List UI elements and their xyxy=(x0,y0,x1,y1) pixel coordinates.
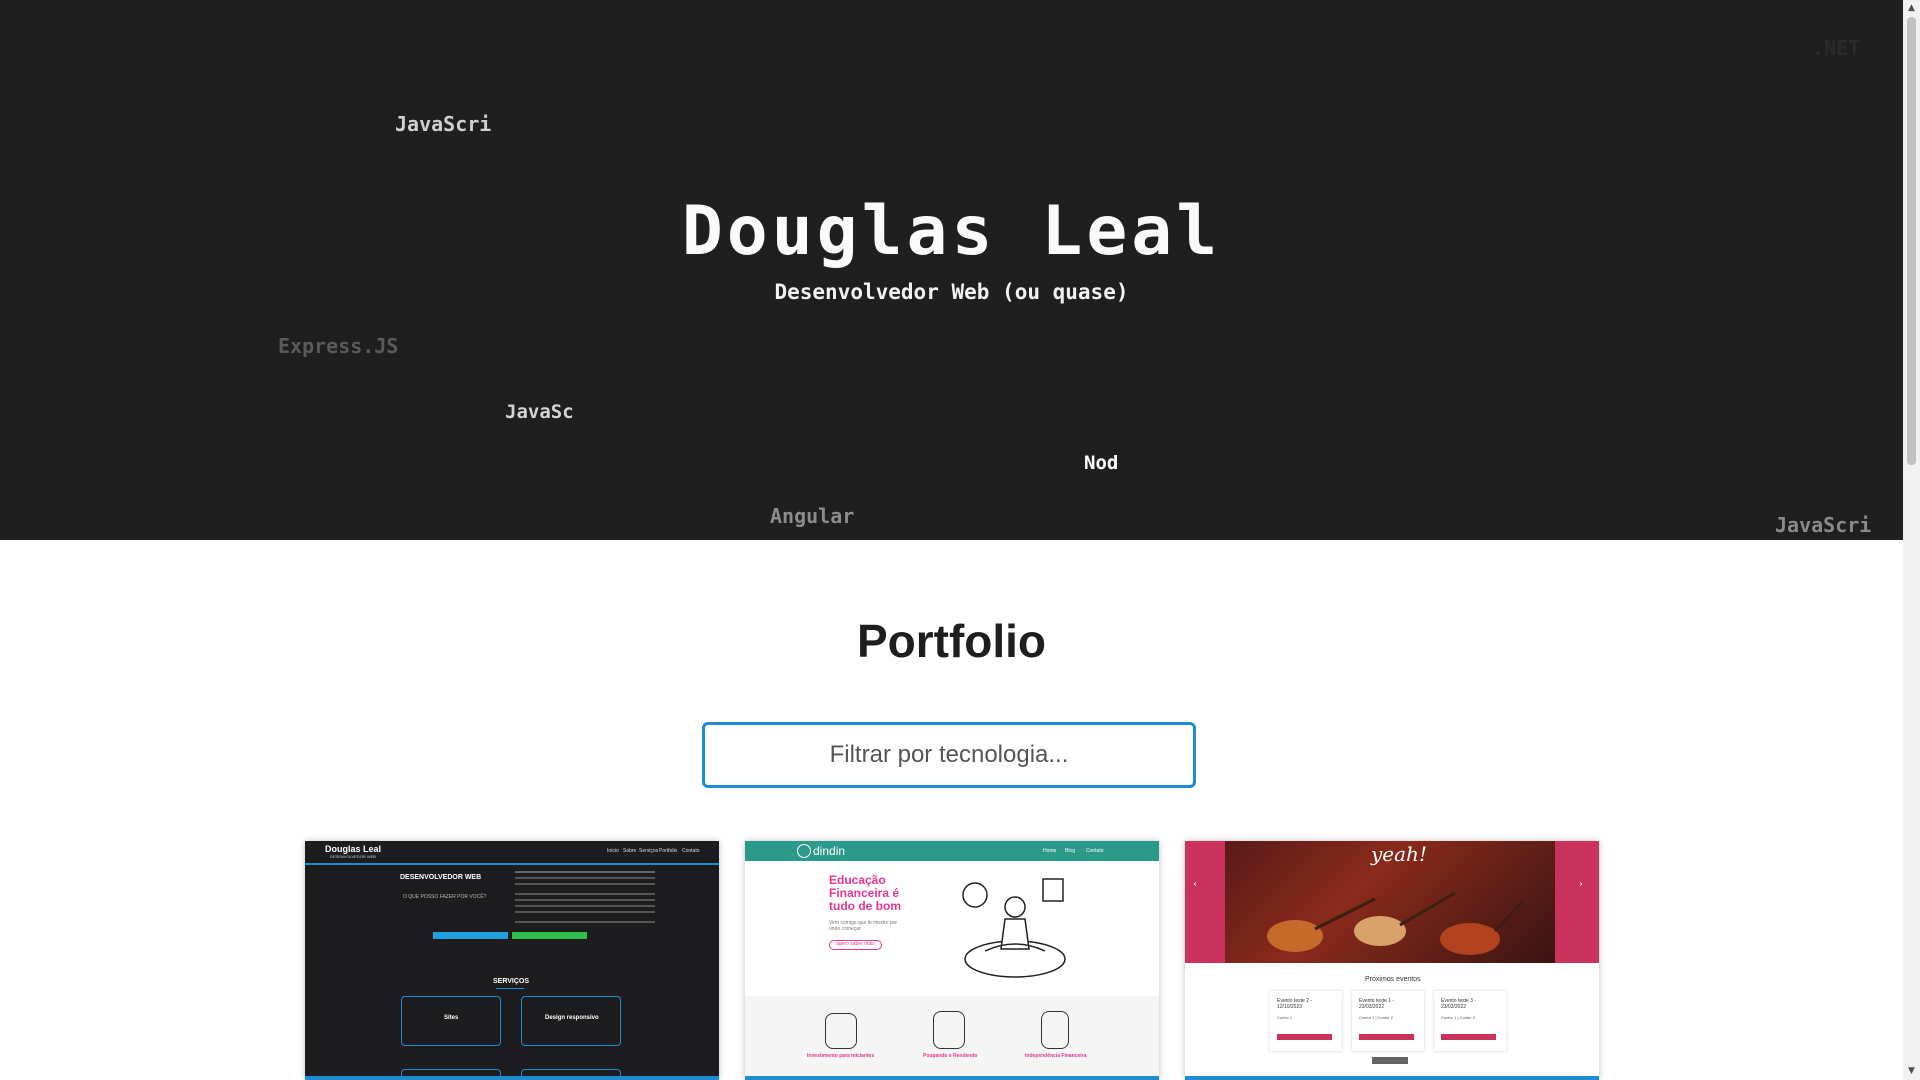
scroll-down-icon[interactable]: ▼ xyxy=(1903,1063,1920,1080)
project-2-headline: Educação Financeira é tudo de bom xyxy=(829,873,901,914)
project-1-nav-home: Início xyxy=(607,848,619,854)
project-1-nav-contact: Contato xyxy=(682,848,700,854)
hero-title: Douglas Leal xyxy=(681,192,1222,271)
project-card[interactable]: Douglas Leal DESENVOLVEDOR WEB Início So… xyxy=(305,841,719,1080)
project-1-services-underline xyxy=(496,988,524,989)
scrollbar-thumb[interactable] xyxy=(1907,17,1916,465)
project-1-service-box-3 xyxy=(401,1069,501,1076)
page: .NET JavaScri Express.JS JavaSc Nod Angu… xyxy=(0,0,1903,1080)
project-2-illustration-3 xyxy=(1041,1011,1069,1049)
scroll-up-icon[interactable]: ▲ xyxy=(1903,0,1920,17)
project-1-site-tag: DESENVOLVEDOR WEB xyxy=(330,854,376,859)
meditation-illustration xyxy=(962,878,1066,978)
portfolio-title: Portfolio xyxy=(856,615,1047,667)
floating-tech-javasc: JavaSc xyxy=(505,401,574,423)
event-2-button xyxy=(1359,1034,1414,1040)
project-1-service-2: Design responsivo xyxy=(545,1015,599,1021)
project-2-illustration-1 xyxy=(825,1013,857,1049)
project-card[interactable]: dindin Home Blog Contato Educação Financ… xyxy=(745,841,1159,1080)
project-1-subheading: O QUE POSSO FAZER POR VOCÊ? xyxy=(403,894,487,900)
page-scrollbar[interactable]: ▲ ▼ xyxy=(1903,0,1920,1080)
floating-tech-javascript: JavaScri xyxy=(395,112,492,136)
project-1-button-blue xyxy=(433,932,508,939)
project-2-nav-home: Home xyxy=(1043,848,1057,854)
floating-tech-node: Nod xyxy=(1084,452,1119,474)
project-2-brand: dindin xyxy=(813,844,846,858)
project-1-service-1: Sites xyxy=(444,1015,459,1021)
project-2-nav-contact: Contato xyxy=(1086,848,1104,854)
project-2-cta: quero saber mais xyxy=(829,940,882,950)
project-2-feature-1: Investimento para iniciantes xyxy=(807,1053,875,1059)
event-1-button xyxy=(1277,1034,1332,1040)
project-2-nav-blog: Blog xyxy=(1065,848,1076,854)
project-1-nav-portfolio: Portfolio xyxy=(659,848,678,854)
hero-subtitle: Desenvolvedor Web (ou quase) xyxy=(774,280,1129,304)
project-1-button-green xyxy=(512,932,587,939)
project-2-illustration-2 xyxy=(933,1011,965,1049)
project-2-feature-2: Poupando e Rendendo xyxy=(923,1053,978,1059)
floating-tech-express: Express.JS xyxy=(278,334,399,358)
project-1-nav-about: Sobre xyxy=(623,848,637,854)
event-3-button xyxy=(1441,1034,1496,1040)
carousel-next-icon[interactable]: › xyxy=(1579,879,1583,890)
event-3-name: Evento teste 3 - 23/03/2022 xyxy=(1441,998,1477,1010)
event-1-place: Confor 1 xyxy=(1277,1015,1293,1020)
technology-filter-input[interactable] xyxy=(702,722,1196,788)
floating-tech-javascript-2: JavaScri xyxy=(1775,513,1872,537)
project-1-service-box-4 xyxy=(521,1069,621,1076)
project-1-services-title: SERVIÇOS xyxy=(493,978,530,985)
project-3-banner-text: yeah! xyxy=(1371,842,1427,866)
project-1-nav-services: Serviços xyxy=(639,848,659,854)
project-3-events-title: Próximos eventos xyxy=(1365,976,1421,983)
floating-tech-angular: Angular xyxy=(770,504,855,528)
project-card[interactable]: yeah! ‹ › Próximos eventos Evento teste … xyxy=(1185,841,1599,1080)
project-1-text-lines xyxy=(515,871,655,873)
project-3-more-button xyxy=(1372,1057,1408,1064)
event-1-name: Evento teste 2 - 12/10/2023 xyxy=(1277,998,1313,1010)
project-2-tagline: Vem comigo que te mostro por onde começa… xyxy=(829,920,898,932)
event-3-place: Confor 1 | Confor 2 xyxy=(1441,1015,1475,1020)
floating-tech-net: .NET xyxy=(1812,36,1861,60)
project-1-accent-line xyxy=(305,863,719,865)
guitars-illustration xyxy=(1267,891,1525,955)
hero-section: .NET JavaScri Express.JS JavaSc Nod Angu… xyxy=(0,0,1903,540)
event-2-name: Evento teste 1 - 23/03/2022 xyxy=(1359,998,1395,1010)
project-1-heading: DESENVOLVEDOR WEB xyxy=(400,874,482,881)
dindin-logo-icon xyxy=(797,844,811,858)
carousel-prev-icon[interactable]: ‹ xyxy=(1193,879,1197,890)
project-2-feature-3: Independência Financeira xyxy=(1025,1053,1087,1059)
event-2-place: Confor 1 | Confor 2 xyxy=(1359,1015,1393,1020)
